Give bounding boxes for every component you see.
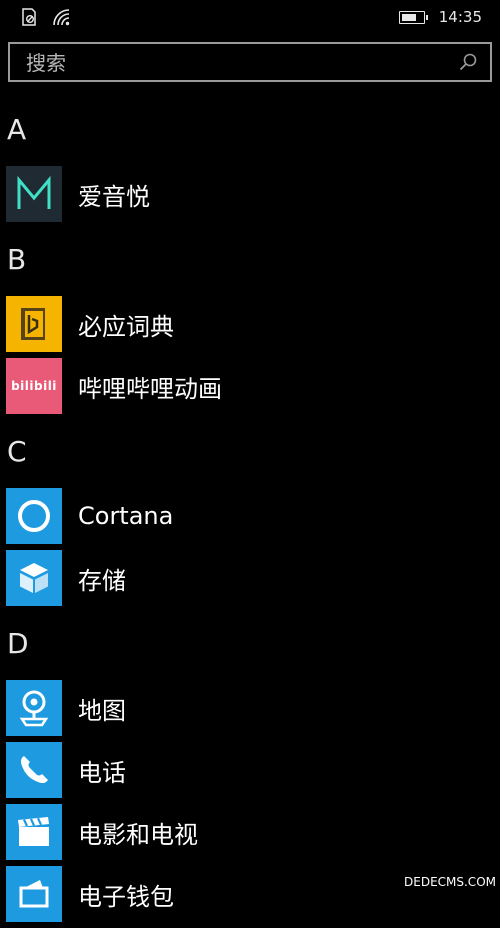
app-name: 哔哩哔哩动画 (78, 369, 222, 404)
no-sim-icon (20, 8, 38, 30)
app-name: 必应词典 (78, 307, 174, 342)
maps-icon (6, 680, 62, 736)
movies-tv-icon (6, 804, 62, 860)
app-list: A 爱音悦 B 必应词典 bilibili 哔哩哔哩动画 C (0, 112, 500, 928)
status-bar: 14:35 (0, 0, 500, 34)
wifi-icon (52, 8, 72, 30)
app-item-storage[interactable]: 存储 (0, 550, 500, 606)
search-input[interactable] (24, 44, 448, 82)
app-name: Cortana (78, 502, 173, 530)
battery-icon (399, 11, 425, 24)
app-item-bing-dictionary[interactable]: 必应词典 (0, 296, 500, 352)
app-item-phone[interactable]: 电话 (0, 742, 500, 798)
m-logo-icon (6, 166, 62, 222)
search-box[interactable] (8, 42, 492, 82)
app-item-cortana[interactable]: Cortana (0, 488, 500, 544)
phone-icon (6, 742, 62, 798)
storage-icon (6, 550, 62, 606)
clock: 14:35 (439, 8, 482, 26)
app-item-aiyinyue[interactable]: 爱音悦 (0, 166, 500, 222)
app-name: 电子钱包 (78, 877, 174, 912)
app-item-bilibili[interactable]: bilibili 哔哩哔哩动画 (0, 358, 500, 414)
bing-dictionary-icon (6, 296, 62, 352)
wallet-icon (6, 866, 62, 922)
group-header-a[interactable]: A (0, 112, 500, 148)
app-name: 爱音悦 (78, 177, 150, 212)
cortana-icon (6, 488, 62, 544)
watermark: DEDECMS.COM (340, 829, 500, 889)
app-name: 存储 (78, 561, 126, 596)
bilibili-logo-text: bilibili (11, 379, 57, 393)
app-name: 地图 (78, 691, 126, 726)
group-header-d[interactable]: D (0, 626, 500, 662)
group-header-c[interactable]: C (0, 434, 500, 470)
app-name: 电话 (78, 753, 126, 788)
bilibili-icon: bilibili (6, 358, 62, 414)
app-item-maps[interactable]: 地图 (0, 680, 500, 736)
app-name: 电影和电视 (78, 815, 198, 850)
group-header-b[interactable]: B (0, 242, 500, 278)
search-icon[interactable] (458, 52, 478, 72)
watermark-text: DEDECMS.COM (400, 875, 500, 889)
